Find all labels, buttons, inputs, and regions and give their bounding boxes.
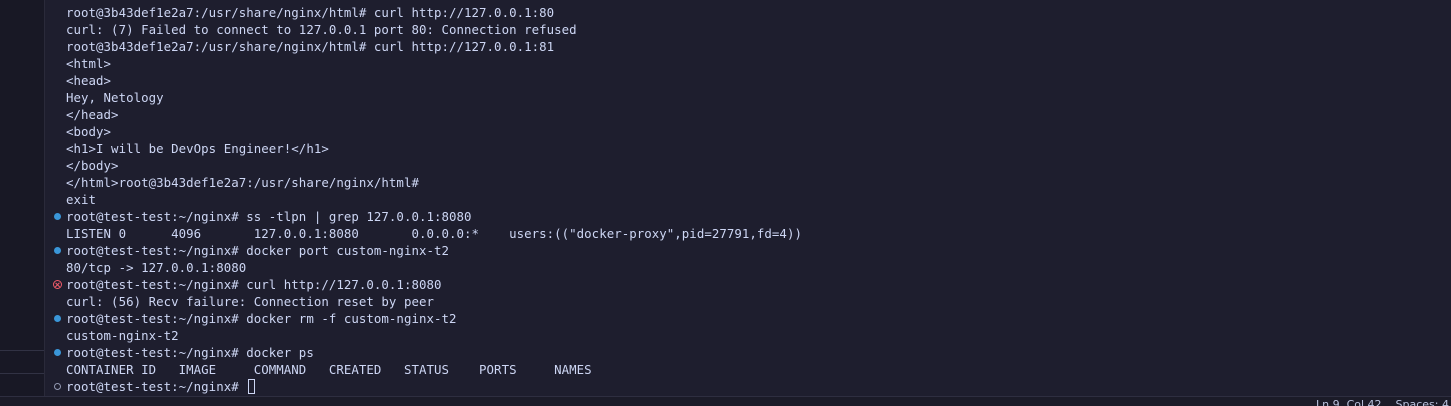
terminal-command-line: root@test-test:~/nginx# docker port cust… <box>45 242 1451 259</box>
terminal-output-line: <html> <box>45 55 1451 72</box>
terminal-line-text: </html>root@3b43def1e2a7:/usr/share/ngin… <box>66 175 419 190</box>
terminal-output-line: Hey, Netology <box>45 89 1451 106</box>
terminal-output-line: <h1>I will be DevOps Engineer!</h1> <box>45 140 1451 157</box>
terminal-command-line: root@test-test:~/nginx# ss -tlpn | grep … <box>45 208 1451 225</box>
terminal-line-text: 80/tcp -> 127.0.0.1:8080 <box>66 260 247 275</box>
terminal-line-text: root@test-test:~/nginx# ss -tlpn | grep … <box>66 209 472 224</box>
terminal-line-text: root@test-test:~/nginx# docker ps <box>66 345 314 360</box>
terminal-output-line: </html>root@3b43def1e2a7:/usr/share/ngin… <box>45 174 1451 191</box>
terminal-line-text: root@test-test:~/nginx# docker rm -f cus… <box>66 311 457 326</box>
terminal-line-text: root@3b43def1e2a7:/usr/share/nginx/html#… <box>66 5 555 20</box>
terminal-line-text: Hey, Netology <box>66 90 164 105</box>
command-error-icon[interactable] <box>52 276 62 293</box>
terminal-output-line: <body> <box>45 123 1451 140</box>
command-success-icon[interactable] <box>52 310 62 327</box>
command-success-icon[interactable] <box>52 344 62 361</box>
terminal-line-text: CONTAINER ID IMAGE COMMAND CREATED STATU… <box>66 362 592 377</box>
command-pending-icon[interactable] <box>52 378 62 395</box>
terminal-line-text: root@test-test:~/nginx# <box>66 379 247 394</box>
terminal-output-line: <head> <box>45 72 1451 89</box>
terminal-output-line: </head> <box>45 106 1451 123</box>
terminal-line-text: root@test-test:~/nginx# docker port cust… <box>66 243 449 258</box>
terminal-output-line: root@3b43def1e2a7:/usr/share/nginx/html#… <box>45 4 1451 21</box>
terminal-line-text: custom-nginx-t2 <box>66 328 179 343</box>
terminal-output-line: LISTEN 0 4096 127.0.0.1:8080 0.0.0.0:* u… <box>45 225 1451 242</box>
terminal-line-text: root@test-test:~/nginx# curl http://127.… <box>66 277 442 292</box>
terminal-line-text: <body> <box>66 124 112 139</box>
terminal-line-text: exit <box>66 192 97 207</box>
terminal-command-line: root@test-test:~/nginx# curl http://127.… <box>45 276 1451 293</box>
command-success-icon[interactable] <box>52 242 62 259</box>
terminal-output-line: root@3b43def1e2a7:/usr/share/nginx/html#… <box>45 38 1451 55</box>
panel-divider <box>0 373 44 374</box>
terminal-line-text: curl: (7) Failed to connect to 127.0.0.1… <box>66 22 577 37</box>
status-bar: Ln 9, Col 42 Spaces: 4 <box>0 396 1451 406</box>
side-panel-edge <box>0 0 45 396</box>
panel-divider <box>0 350 44 351</box>
terminal-output-line: 80/tcp -> 127.0.0.1:8080 <box>45 259 1451 276</box>
terminal-line-text: root@3b43def1e2a7:/usr/share/nginx/html#… <box>66 39 555 54</box>
terminal-cursor[interactable] <box>248 379 256 394</box>
status-bar-position[interactable]: Ln 9, Col 42 Spaces: 4 <box>1316 398 1449 406</box>
terminal-line-text: LISTEN 0 4096 127.0.0.1:8080 0.0.0.0:* u… <box>66 226 802 241</box>
terminal-line-text: <head> <box>66 73 112 88</box>
terminal-output-line: CONTAINER ID IMAGE COMMAND CREATED STATU… <box>45 361 1451 378</box>
terminal-command-line: root@test-test:~/nginx# docker ps <box>45 344 1451 361</box>
terminal-output-line: curl: (7) Failed to connect to 127.0.0.1… <box>45 21 1451 38</box>
terminal-line-text: </head> <box>66 107 119 122</box>
terminal-line-text: </body> <box>66 158 119 173</box>
terminal-line-text: <html> <box>66 56 112 71</box>
command-success-icon[interactable] <box>52 208 62 225</box>
terminal-line-text: <h1>I will be DevOps Engineer!</h1> <box>66 141 329 156</box>
terminal-output: root@3b43def1e2a7:/usr/share/nginx/html#… <box>45 4 1451 395</box>
terminal-output-line: exit <box>45 191 1451 208</box>
terminal-command-line: root@test-test:~/nginx# docker rm -f cus… <box>45 310 1451 327</box>
terminal-panel[interactable]: root@3b43def1e2a7:/usr/share/nginx/html#… <box>45 0 1451 396</box>
terminal-output-line: custom-nginx-t2 <box>45 327 1451 344</box>
terminal-output-line: curl: (56) Recv failure: Connection rese… <box>45 293 1451 310</box>
terminal-command-line: root@test-test:~/nginx# <box>45 378 1451 395</box>
terminal-output-line: </body> <box>45 157 1451 174</box>
terminal-line-text: curl: (56) Recv failure: Connection rese… <box>66 294 434 309</box>
